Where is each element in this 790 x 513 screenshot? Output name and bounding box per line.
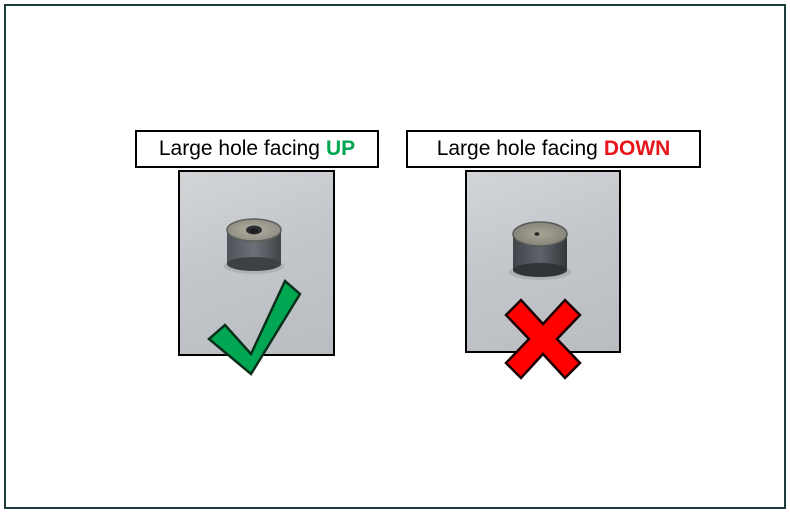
checkmark-icon bbox=[207, 278, 302, 376]
label-emphasis-down: DOWN bbox=[603, 137, 671, 160]
cross-icon bbox=[504, 298, 582, 380]
label-prefix: Large hole facing bbox=[158, 137, 320, 160]
slide-frame bbox=[4, 4, 786, 509]
label-incorrect-orientation: Large hole facing DOWN bbox=[406, 130, 701, 168]
label-prefix: Large hole facing bbox=[436, 137, 598, 160]
label-emphasis-up: UP bbox=[325, 137, 356, 160]
label-correct-orientation: Large hole facing UP bbox=[135, 130, 379, 168]
